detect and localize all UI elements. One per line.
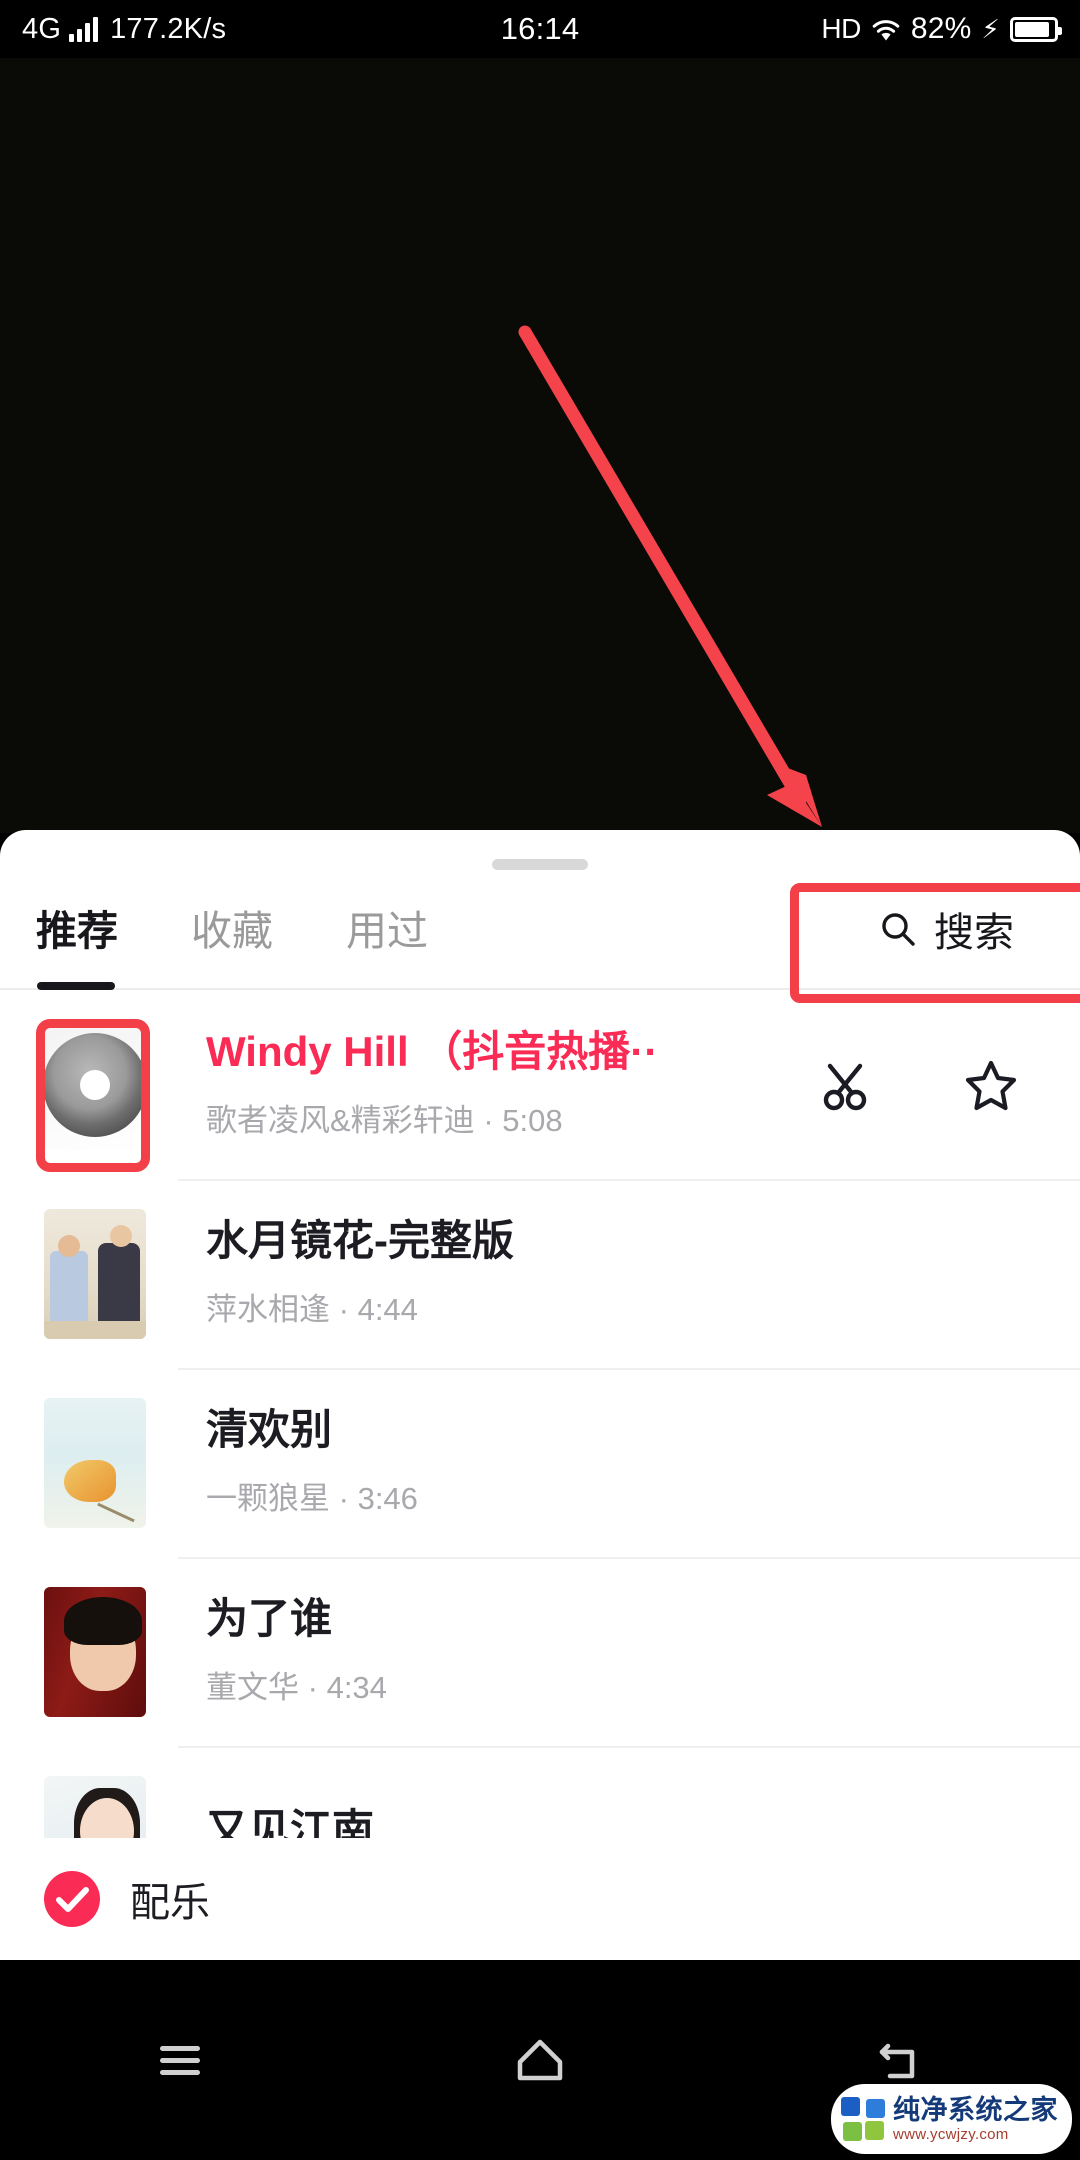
watermark-url: www.ycwjzy.com <box>893 2125 1009 2143</box>
tab-used[interactable]: 用过 <box>346 907 428 952</box>
wifi-icon <box>871 17 901 41</box>
search-button[interactable]: 搜索 <box>880 900 1014 958</box>
song-meta: 清欢别 一颗狼星 · 3:46 <box>206 1407 1080 1518</box>
song-separator: · <box>483 1103 494 1139</box>
scissors-icon[interactable] <box>818 1058 872 1112</box>
song-meta: Windy Hill （抖音热播·· 歌者凌风&精彩轩迪 · 5:08 <box>206 1029 818 1140</box>
song-subtitle: 一颗狼星 · 3:46 <box>206 1473 1080 1518</box>
song-separator: · <box>338 1481 349 1517</box>
song-duration: 3:46 <box>357 1481 418 1517</box>
song-subtitle: 董文华 · 4:34 <box>206 1662 1080 1707</box>
battery-percent-label: 82% <box>910 12 972 45</box>
status-bar-right: HD 82% ⚡ <box>821 12 1062 46</box>
album-cover[interactable] <box>44 1019 146 1150</box>
album-cover[interactable] <box>44 1586 146 1717</box>
hd-voice-icon: HD <box>821 13 861 44</box>
tab-bar: 推荐 收藏 用过 搜索 <box>0 870 1080 990</box>
song-artist: 歌者凌风&精彩轩迪 <box>206 1103 475 1139</box>
song-title: 为了谁 <box>206 1595 333 1642</box>
song-title: Windy Hill （抖音热播·· <box>206 1028 659 1075</box>
watermark-logo-icon <box>841 2097 885 2141</box>
album-cover[interactable] <box>44 1208 146 1339</box>
charging-bolt-icon: ⚡ <box>981 13 1000 44</box>
song-duration: 5:08 <box>502 1103 563 1139</box>
song-meta: 为了谁 董文华 · 4:34 <box>206 1596 1080 1707</box>
song-title: 水月镜花-完整版 <box>206 1217 514 1264</box>
row-divider <box>178 1368 1080 1370</box>
row-divider <box>178 1746 1080 1748</box>
watermark: 纯净系统之家 www.ycwjzy.com <box>831 2084 1072 2154</box>
song-actions <box>818 1058 1018 1112</box>
video-preview-area[interactable] <box>0 58 1080 833</box>
song-artist: 董文华 <box>206 1670 299 1706</box>
tab-favorites[interactable]: 收藏 <box>191 907 273 952</box>
song-meta: 水月镜花-完整版 萍水相逢 · 4:44 <box>206 1218 1080 1329</box>
list-item[interactable]: 为了谁 董文华 · 4:34 <box>0 1557 1080 1746</box>
battery-icon <box>1010 16 1062 42</box>
song-artist: 一颗狼星 <box>206 1481 330 1517</box>
album-cover[interactable] <box>44 1397 146 1528</box>
row-divider <box>178 1179 1080 1181</box>
phone-screen: 4G 177.2K/s 16:14 HD 82% ⚡ 推荐 收藏 用过 搜索 W… <box>0 0 1080 2160</box>
menu-icon[interactable] <box>144 2024 216 2096</box>
song-subtitle: 歌者凌风&精彩轩迪 · 5:08 <box>206 1095 818 1140</box>
music-picker-sheet: 推荐 收藏 用过 搜索 Windy Hill （抖音热播·· 歌者凌风&精彩轩迪 <box>0 830 1080 1960</box>
confirm-label: 配乐 <box>130 1881 210 1925</box>
network-speed-label: 177.2K/s <box>110 12 227 45</box>
status-bar: 4G 177.2K/s 16:14 HD 82% ⚡ <box>0 0 1080 58</box>
status-bar-left: 4G 177.2K/s <box>22 13 226 46</box>
star-icon[interactable] <box>964 1058 1018 1112</box>
list-item[interactable]: 清欢别 一颗狼星 · 3:46 <box>0 1368 1080 1557</box>
home-icon[interactable] <box>504 2024 576 2096</box>
signal-strength-icon <box>69 16 99 42</box>
search-icon <box>880 911 916 947</box>
song-artist: 萍水相逢 <box>206 1292 330 1328</box>
watermark-title: 纯净系统之家 <box>893 2094 1058 2125</box>
song-list: Windy Hill （抖音热播·· 歌者凌风&精彩轩迪 · 5:08 水月镜花… <box>0 990 1080 1935</box>
song-subtitle: 萍水相逢 · 4:44 <box>206 1284 1080 1329</box>
song-duration: 4:34 <box>326 1670 387 1706</box>
sheet-drag-handle[interactable] <box>492 859 588 870</box>
song-separator: · <box>338 1292 349 1328</box>
confirm-bar[interactable]: 配乐 <box>0 1838 1080 1960</box>
list-item[interactable]: Windy Hill （抖音热播·· 歌者凌风&精彩轩迪 · 5:08 <box>0 990 1080 1179</box>
song-duration: 4:44 <box>357 1292 418 1328</box>
row-divider <box>178 1557 1080 1559</box>
network-type-label: 4G <box>22 12 62 45</box>
search-button-label: 搜索 <box>934 911 1014 955</box>
song-separator: · <box>307 1670 318 1706</box>
check-circle-icon[interactable] <box>44 1871 100 1927</box>
watermark-text: 纯净系统之家 www.ycwjzy.com <box>893 2094 1058 2143</box>
tab-recommend[interactable]: 推荐 <box>36 907 118 990</box>
list-item[interactable]: 水月镜花-完整版 萍水相逢 · 4:44 <box>0 1179 1080 1368</box>
song-title: 清欢别 <box>206 1406 333 1453</box>
